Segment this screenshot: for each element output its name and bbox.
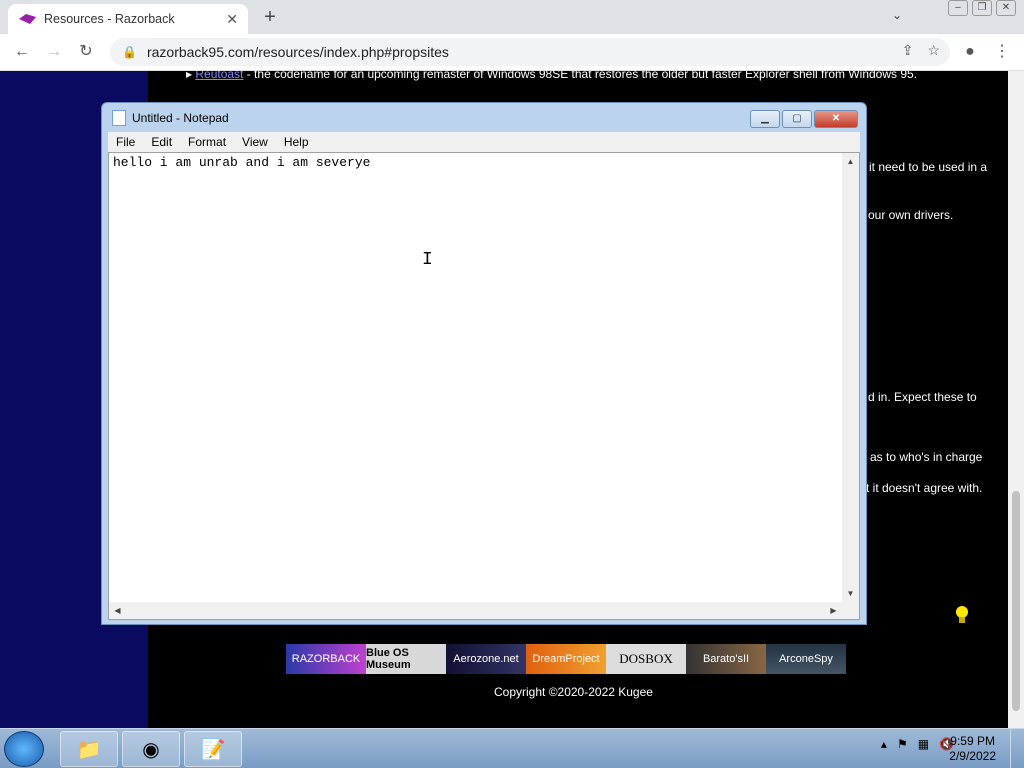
- tab-title: Resources - Razorback: [44, 12, 175, 26]
- notepad-window: Untitled - Notepad ▁ ▢ ✕ File Edit Forma…: [101, 102, 867, 625]
- new-tab-button[interactable]: +: [258, 4, 282, 30]
- page-text: d in. Expect these to: [868, 390, 977, 404]
- clock-time: 9:59 PM: [950, 734, 995, 748]
- show-desktop-button[interactable]: [1010, 729, 1024, 768]
- page-text: our own drivers.: [868, 208, 954, 222]
- banner-dosbox[interactable]: DOSBOX: [606, 644, 686, 674]
- notepad-text-area[interactable]: hello i am unrab and i am severye ▲ ▼ ◀ …: [108, 152, 860, 620]
- page-scrollbar[interactable]: [1008, 71, 1024, 728]
- razorback-favicon-icon: [19, 14, 36, 24]
- notepad-taskbar-icon[interactable]: 📝: [184, 731, 242, 767]
- banner-razorback[interactable]: RAZORBACK: [286, 644, 366, 674]
- start-button[interactable]: [4, 731, 44, 767]
- network-icon[interactable]: ▦: [918, 737, 929, 751]
- scroll-up-arrow-icon[interactable]: ▲: [842, 153, 859, 170]
- browser-toolbar: ← → ↻ 🔒 razorback95.com/resources/index.…: [0, 34, 1024, 71]
- notepad-maximize-button[interactable]: ▢: [782, 110, 812, 128]
- page-text: it need to be used in a: [869, 160, 988, 174]
- menu-view[interactable]: View: [234, 135, 276, 149]
- back-arrow-icon[interactable]: ←: [10, 40, 34, 64]
- taskbar: 📁 ◉ 📝 ▴ ⚑ ▦ 🔇 9:59 PM 2/9/2022: [0, 728, 1024, 768]
- browser-tabbar: Resources - Razorback ✕ + ⌄ – ❐ ✕: [0, 0, 1024, 34]
- notepad-app-icon: [112, 110, 126, 126]
- banner-arconespy[interactable]: ArconeSpy: [766, 644, 846, 674]
- menu-format[interactable]: Format: [180, 135, 234, 149]
- page-text: t it doesn't agree with.: [866, 481, 983, 495]
- tab-close-icon[interactable]: ✕: [226, 11, 238, 28]
- tray-expand-icon[interactable]: ▴: [881, 737, 887, 751]
- copyright-text: Copyright ©2020-2022 Kugee: [494, 685, 653, 699]
- banner-blue-os-museum[interactable]: Blue OS Museum: [366, 644, 446, 674]
- minimize-button[interactable]: –: [948, 0, 968, 16]
- page-text-reutoast: ▸ Reutoast - the codename for an upcomin…: [186, 71, 917, 81]
- bookmark-star-icon[interactable]: ☆: [927, 42, 940, 59]
- notepad-minimize-button[interactable]: ▁: [750, 110, 780, 128]
- banner-aerozone[interactable]: Aerozone.net: [446, 644, 526, 674]
- page-text: - the codename for an upcoming remaster …: [243, 71, 918, 81]
- notepad-menubar: File Edit Format View Help: [108, 132, 860, 152]
- notepad-close-button[interactable]: ✕: [814, 110, 858, 128]
- scroll-down-arrow-icon[interactable]: ▼: [842, 585, 859, 602]
- reutoast-link[interactable]: Reutoast: [195, 71, 243, 81]
- clock[interactable]: 9:59 PM 2/9/2022: [949, 734, 996, 764]
- scrollbar-thumb[interactable]: [1012, 491, 1020, 711]
- banner-baratos[interactable]: Barato'sII: [686, 644, 766, 674]
- scroll-left-arrow-icon[interactable]: ◀: [109, 602, 126, 619]
- page-text: as to who's in charge: [870, 450, 983, 464]
- explorer-taskbar-icon[interactable]: 📁: [60, 731, 118, 767]
- reload-icon[interactable]: ↻: [74, 40, 98, 64]
- banner-dreamproject[interactable]: DreamProject: [526, 644, 606, 674]
- clock-date: 2/9/2022: [949, 749, 996, 763]
- lock-icon: 🔒: [122, 45, 137, 59]
- notepad-content: hello i am unrab and i am severye: [113, 155, 371, 170]
- forward-arrow-icon[interactable]: →: [42, 40, 66, 64]
- close-button[interactable]: ✕: [996, 0, 1016, 16]
- notepad-title: Untitled - Notepad: [132, 111, 229, 125]
- restore-button[interactable]: ❐: [972, 0, 992, 16]
- lightbulb-icon[interactable]: [955, 605, 969, 625]
- share-icon[interactable]: ⇪: [902, 42, 914, 59]
- chrome-taskbar-icon[interactable]: ◉: [122, 731, 180, 767]
- tab-search-chevron-icon[interactable]: ⌄: [892, 8, 902, 22]
- notepad-horizontal-scrollbar[interactable]: ◀ ▶: [109, 602, 842, 619]
- affiliate-banners: RAZORBACK Blue OS Museum Aerozone.net Dr…: [286, 644, 846, 674]
- menu-edit[interactable]: Edit: [143, 135, 180, 149]
- profile-avatar-icon[interactable]: ●: [958, 40, 982, 64]
- browser-tab[interactable]: Resources - Razorback ✕: [8, 4, 248, 34]
- text-cursor-icon: I: [422, 250, 433, 270]
- menu-help[interactable]: Help: [276, 135, 317, 149]
- scroll-right-arrow-icon[interactable]: ▶: [825, 602, 842, 619]
- resize-grip[interactable]: [842, 602, 859, 619]
- menu-kebab-icon[interactable]: ⋮: [990, 40, 1014, 64]
- menu-file[interactable]: File: [108, 135, 143, 149]
- system-tray: ▴ ⚑ ▦ 🔇: [881, 737, 954, 751]
- action-center-flag-icon[interactable]: ⚑: [897, 737, 908, 751]
- address-text: razorback95.com/resources/index.php#prop…: [146, 44, 449, 60]
- address-bar[interactable]: 🔒 razorback95.com/resources/index.php#pr…: [110, 38, 950, 66]
- notepad-vertical-scrollbar[interactable]: ▲ ▼: [842, 153, 859, 602]
